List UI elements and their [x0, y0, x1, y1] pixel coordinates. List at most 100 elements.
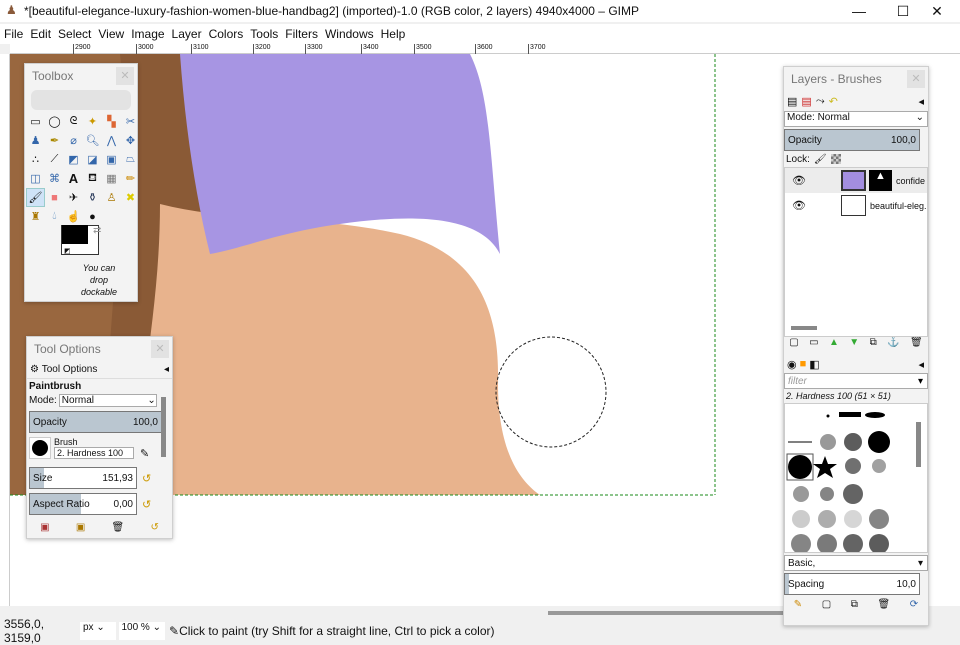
- tab-menu-icon[interactable]: ◂: [918, 358, 924, 371]
- rotate-icon[interactable]: ◩: [64, 150, 83, 169]
- ellipse-select-icon[interactable]: ◯: [45, 112, 64, 131]
- mode-select[interactable]: Normal ⌄: [58, 394, 157, 407]
- lock-pixels-icon[interactable]: 🖌︎: [814, 154, 827, 165]
- layer-opacity-slider[interactable]: Opacity 100,0: [784, 129, 920, 151]
- perspective-icon[interactable]: ⏢: [121, 150, 140, 169]
- size-slider[interactable]: Size 151,93: [29, 467, 137, 489]
- foreground-color-swatch[interactable]: [62, 225, 88, 244]
- color-select-icon[interactable]: ▚: [102, 112, 121, 131]
- menu-help[interactable]: Help: [381, 27, 406, 41]
- fuzzy-select-icon[interactable]: ✦: [83, 112, 102, 131]
- heal-icon[interactable]: ✖: [121, 188, 140, 207]
- free-select-icon[interactable]: ᘓ: [64, 112, 83, 131]
- pencil-icon[interactable]: ✏: [121, 169, 140, 188]
- brush-grid[interactable]: [784, 403, 928, 553]
- tab-menu-icon[interactable]: ◂: [164, 364, 169, 375]
- horizontal-ruler[interactable]: 2900 3000 3100 3200 3300 3400 3500 3600 …: [10, 44, 960, 54]
- channels-tab-icon[interactable]: ▤: [801, 95, 811, 108]
- aspect-ratio-slider[interactable]: Aspect Ratio 0,00: [29, 493, 137, 515]
- rect-select-icon[interactable]: ▭: [26, 112, 45, 131]
- shear-icon[interactable]: ▣: [102, 150, 121, 169]
- brushes-tab-icon[interactable]: ◉: [787, 358, 797, 371]
- duplicate-layer-icon[interactable]: ⧉: [870, 337, 877, 353]
- bucket-fill-icon[interactable]: ⛾: [83, 169, 102, 188]
- move-icon[interactable]: ✥: [121, 131, 140, 150]
- layer-mode-select[interactable]: Mode: Normal ⌄: [784, 111, 928, 127]
- swap-colors-icon[interactable]: ⇄: [93, 225, 101, 236]
- menu-edit[interactable]: Edit: [30, 27, 51, 41]
- menu-colors[interactable]: Colors: [209, 27, 244, 41]
- delete-layer-icon[interactable]: 🗑︎: [910, 337, 923, 353]
- dodge-burn-icon[interactable]: ●: [83, 207, 102, 226]
- paths-icon[interactable]: ✒: [45, 131, 64, 150]
- brush-tag-select[interactable]: Basic, ▾: [784, 555, 928, 571]
- layer-name[interactable]: confide: [896, 176, 925, 186]
- refresh-brushes-icon[interactable]: ⟳: [910, 599, 918, 610]
- color-picker-icon[interactable]: ⌀: [64, 131, 83, 150]
- patterns-tab-icon[interactable]: ■: [800, 358, 807, 370]
- airbrush-icon[interactable]: ✈: [64, 188, 83, 207]
- smudge-icon[interactable]: ☝: [64, 207, 83, 226]
- zoom-icon[interactable]: 🔍︎: [83, 131, 102, 150]
- new-brush-icon[interactable]: ▢: [822, 599, 831, 610]
- undo-tab-icon[interactable]: ↶: [829, 95, 838, 108]
- layer-row[interactable]: 👁︎ beautiful-eleg.: [785, 193, 927, 218]
- ink-icon[interactable]: ⚱: [83, 188, 102, 207]
- anchor-icon[interactable]: ⚓: [887, 337, 899, 353]
- brush-filter-input[interactable]: filter ▾: [784, 373, 928, 389]
- measure-icon[interactable]: ⋀: [102, 131, 121, 150]
- close-icon[interactable]: ✕: [116, 67, 134, 85]
- menu-windows[interactable]: Windows: [325, 27, 374, 41]
- visibility-eye-icon[interactable]: 👁︎: [785, 199, 813, 212]
- layers-hscrollbar[interactable]: [791, 326, 817, 330]
- spacing-slider[interactable]: Spacing 10,0: [784, 573, 920, 595]
- visibility-eye-icon[interactable]: 👁︎: [785, 174, 813, 187]
- blend-icon[interactable]: ▦: [102, 169, 121, 188]
- menu-tools[interactable]: Tools: [250, 27, 278, 41]
- gradients-tab-icon[interactable]: ◧: [809, 358, 819, 371]
- foreground-select-icon[interactable]: ♟: [26, 131, 45, 150]
- paths-tab-icon[interactable]: ⤳: [816, 95, 825, 108]
- menu-layer[interactable]: Layer: [172, 27, 202, 41]
- close-icon[interactable]: ✕: [151, 340, 169, 358]
- delete-preset-icon[interactable]: 🗑︎: [112, 522, 125, 538]
- lower-layer-icon[interactable]: ▼: [849, 337, 859, 353]
- brush-name-field[interactable]: 2. Hardness 100: [54, 447, 134, 459]
- brush-preview[interactable]: [29, 437, 51, 459]
- perspective-clone-icon[interactable]: ♜: [26, 207, 45, 226]
- edit-brush-icon[interactable]: ✎: [794, 599, 802, 610]
- blur-icon[interactable]: 💧︎: [45, 207, 64, 226]
- text-icon[interactable]: A: [64, 169, 83, 188]
- menu-view[interactable]: View: [98, 27, 124, 41]
- close-icon[interactable]: ✕: [907, 70, 925, 88]
- default-colors-icon[interactable]: ◩: [64, 247, 71, 255]
- brush-scrollbar[interactable]: [916, 422, 921, 467]
- new-layer-icon[interactable]: ▢: [789, 337, 798, 353]
- scale-icon[interactable]: ◪: [83, 150, 102, 169]
- eraser-icon[interactable]: ■: [45, 188, 64, 207]
- minimize-button[interactable]: —: [836, 0, 882, 22]
- scrollbar[interactable]: [161, 397, 166, 457]
- clone-icon[interactable]: ♙: [102, 188, 121, 207]
- menu-select[interactable]: Select: [58, 27, 91, 41]
- crop-icon[interactable]: ⟋: [45, 150, 64, 169]
- reset-size-icon[interactable]: ↺: [142, 472, 151, 485]
- menu-filters[interactable]: Filters: [285, 27, 318, 41]
- delete-brush-icon[interactable]: 🗑︎: [878, 599, 891, 610]
- zoom-select[interactable]: 100 % ⌄: [119, 622, 165, 640]
- restore-preset-icon[interactable]: ▣: [76, 522, 85, 538]
- layer-name[interactable]: beautiful-eleg.: [870, 201, 927, 211]
- flip-icon[interactable]: ◫: [26, 169, 45, 188]
- lock-alpha-icon[interactable]: [830, 154, 841, 164]
- raise-layer-icon[interactable]: ▲: [829, 337, 839, 353]
- unit-select[interactable]: px ⌄: [80, 622, 116, 640]
- edit-brush-icon[interactable]: ✎: [140, 447, 149, 463]
- tab-menu-icon[interactable]: ◂: [918, 95, 924, 108]
- duplicate-brush-icon[interactable]: ⧉: [851, 599, 858, 610]
- tab-tool-options[interactable]: ⚙ Tool Options ◂: [27, 361, 172, 379]
- reset-icon[interactable]: ↺: [150, 522, 158, 538]
- scissors-icon[interactable]: ✂: [121, 112, 140, 131]
- cage-icon[interactable]: ⌘: [45, 169, 64, 188]
- menu-file[interactable]: File: [4, 27, 23, 41]
- layer-row[interactable]: 👁︎ ▲ confide: [785, 168, 927, 193]
